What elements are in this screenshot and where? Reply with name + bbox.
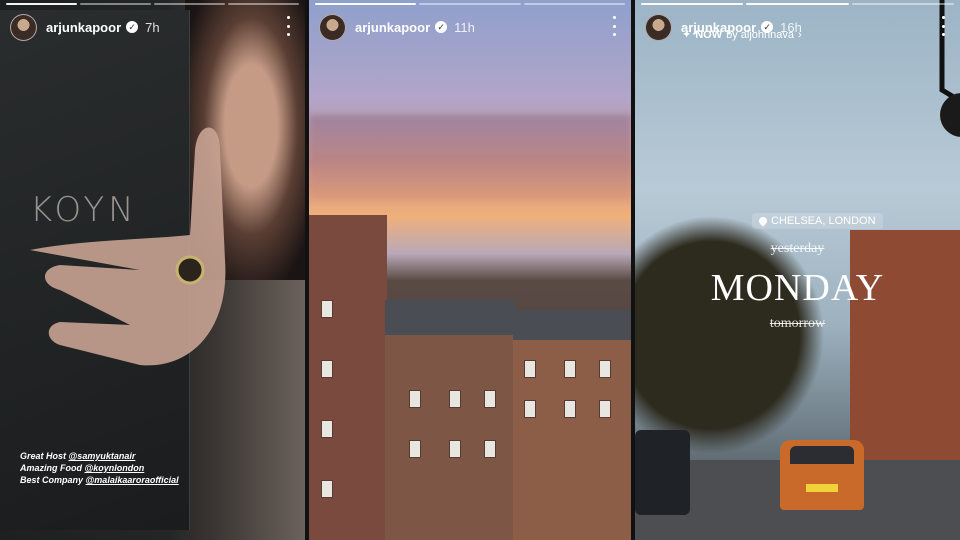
- day-next: tomorrow: [769, 316, 826, 331]
- verified-badge-icon: ✓: [126, 21, 139, 33]
- story-panel-2[interactable]: arjunkapoor ✓ 11h: [309, 0, 631, 540]
- window: [564, 360, 576, 378]
- window: [409, 440, 421, 458]
- location-label: CHELSEA, LONDON: [771, 215, 876, 227]
- progress-segment: [419, 3, 521, 5]
- window: [321, 300, 333, 318]
- story-progress-bar: [641, 3, 954, 5]
- verified-badge-icon: ✓: [435, 21, 448, 33]
- progress-segment: [523, 3, 625, 5]
- window: [449, 440, 461, 458]
- music-now-label: NOW: [695, 28, 723, 41]
- username[interactable]: arjunkapoor: [46, 20, 121, 35]
- location-pin-icon: [757, 215, 769, 227]
- more-options-icon[interactable]: [281, 16, 295, 36]
- orange-car: [780, 440, 864, 510]
- mention-link[interactable]: @malaikaaroraofficial: [86, 475, 179, 485]
- credit-line-1: Great Host @samyuktanair: [20, 451, 136, 461]
- story-panel-1[interactable]: KOYN Great Host @samyuktanair Amazing Fo…: [0, 0, 305, 540]
- avatar[interactable]: [645, 13, 672, 41]
- more-options-icon[interactable]: [607, 16, 621, 36]
- story-progress-bar: [315, 3, 625, 5]
- day-previous: yesterday: [770, 241, 825, 256]
- story-credits-text: Great Host @samyuktanair Amazing Food @k…: [20, 450, 179, 486]
- progress-segment: [80, 3, 151, 5]
- sunset-clouds: [309, 115, 631, 200]
- story-panel-3[interactable]: CHELSEA, LONDON yesterday MONDAY tomorro…: [635, 0, 960, 540]
- more-options-icon[interactable]: [936, 16, 950, 36]
- timestamp: 7h: [145, 19, 160, 35]
- window: [484, 390, 496, 408]
- progress-segment: [851, 3, 954, 5]
- window: [321, 360, 333, 378]
- parked-car: [635, 430, 690, 515]
- progress-segment: [746, 3, 849, 5]
- sparkle-icon: ✦: [682, 29, 692, 41]
- day-sticker: MONDAY: [710, 267, 885, 309]
- progress-segment: [6, 3, 77, 5]
- progress-segment: [228, 3, 299, 5]
- avatar[interactable]: [319, 13, 346, 41]
- story-header: arjunkapoor ✓ 7h: [10, 12, 295, 42]
- story-header: arjunkapoor ✓ 11h: [319, 12, 621, 42]
- car-window: [790, 446, 854, 464]
- chevron-right-icon: ›: [798, 28, 802, 41]
- story-progress-bar: [6, 3, 299, 5]
- progress-segment: [154, 3, 225, 5]
- mention-link[interactable]: @koynlondon: [85, 463, 145, 473]
- building-middle: [385, 300, 515, 540]
- mention-link[interactable]: @samyuktanair: [69, 451, 136, 461]
- credit-line-3: Best Company @malaikaaroraofficial: [20, 475, 179, 485]
- music-attribution[interactable]: ✦ NOW by aljohnnava ›: [682, 28, 802, 42]
- timestamp: 11h: [454, 19, 475, 35]
- window: [409, 390, 421, 408]
- progress-segment: [641, 3, 744, 5]
- license-plate: [806, 484, 838, 492]
- roof: [385, 300, 515, 335]
- username[interactable]: arjunkapoor: [355, 20, 430, 35]
- window: [484, 440, 496, 458]
- credit-line-2: Amazing Food @koynlondon: [20, 463, 145, 473]
- red-brick-mansion: [850, 230, 960, 460]
- window: [524, 360, 536, 378]
- window: [599, 360, 611, 378]
- window: [524, 400, 536, 418]
- window: [321, 480, 333, 498]
- music-artist: by aljohnnava: [726, 28, 794, 41]
- progress-segment: [315, 3, 417, 5]
- location-sticker[interactable]: CHELSEA, LONDON: [752, 213, 883, 229]
- roof: [513, 310, 631, 340]
- window: [564, 400, 576, 418]
- window: [599, 400, 611, 418]
- window: [449, 390, 461, 408]
- building-right: [513, 310, 631, 540]
- hand-illustration: [30, 127, 226, 366]
- avatar[interactable]: [10, 13, 37, 41]
- window: [321, 420, 333, 438]
